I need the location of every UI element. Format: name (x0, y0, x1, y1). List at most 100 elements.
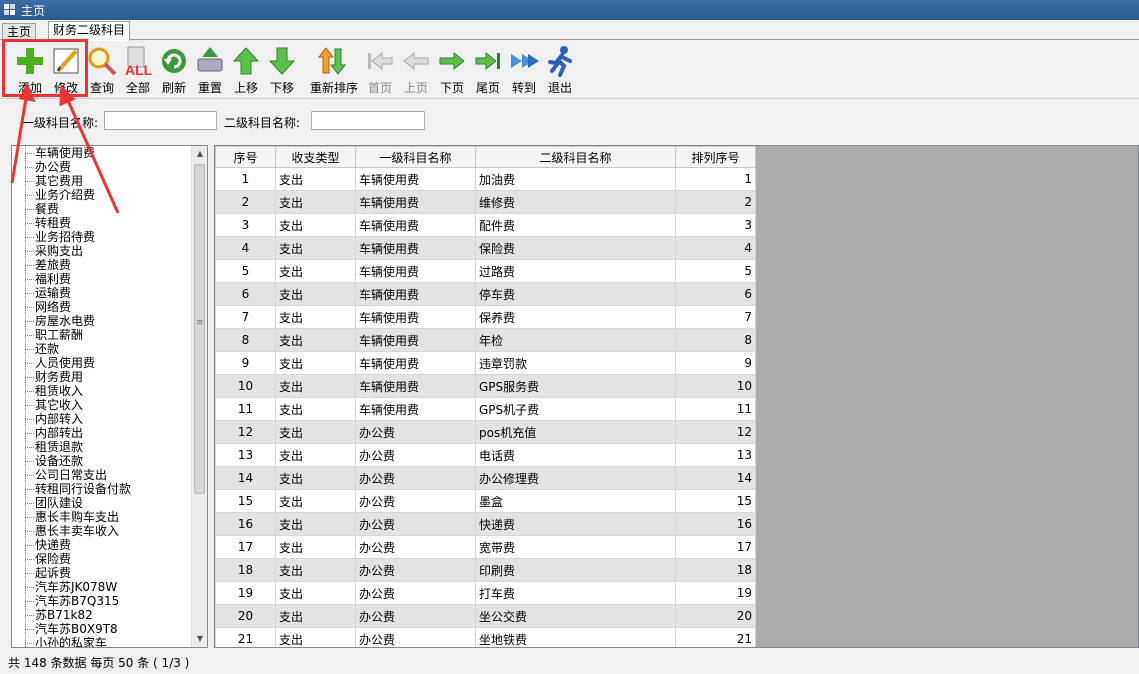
tree-item[interactable]: 租赁收入 (12, 384, 192, 398)
last-page-button[interactable]: 尾页 (470, 45, 506, 96)
scroll-thumb[interactable] (194, 164, 205, 494)
refresh-button[interactable]: 刷新 (156, 45, 192, 96)
all-button-label: 全部 (125, 81, 150, 95)
table-row[interactable]: 1 支出 车辆使用费 加油费 1 (215, 167, 756, 191)
table-cell: 车辆使用费 (355, 397, 476, 421)
scroll-up-arrow[interactable]: ▲ (192, 146, 207, 162)
move-up-button[interactable]: 上移 (228, 45, 264, 96)
tree-item[interactable]: 业务介绍费 (12, 188, 192, 202)
reorder-button[interactable]: 重新排序 (310, 45, 359, 96)
tree-item[interactable]: 网络费 (12, 300, 192, 314)
column-header[interactable]: 二级科目名称 (475, 146, 676, 168)
table-row[interactable]: 8 支出 车辆使用费 年检 8 (215, 328, 756, 352)
tree-item[interactable]: 起诉费 (12, 566, 192, 580)
scroll-down-arrow[interactable]: ▼ (192, 631, 207, 647)
query-button[interactable]: 查询 (84, 45, 120, 96)
table-cell: 18 (675, 558, 756, 582)
table-row[interactable]: 21 支出 办公费 坐地铁费 21 (215, 627, 756, 647)
table-cell: 14 (215, 466, 276, 490)
table-cell: 支出 (275, 190, 356, 214)
tree-item[interactable]: 汽车苏B7Q315 (12, 594, 192, 608)
table-row[interactable]: 18 支出 办公费 印刷费 18 (215, 558, 756, 582)
table-row[interactable]: 10 支出 车辆使用费 GPS服务费 10 (215, 374, 756, 398)
tree-item[interactable]: 设备还款 (12, 454, 192, 468)
table-cell: 8 (675, 328, 756, 352)
column-header[interactable]: 序号 (215, 146, 276, 168)
column-header[interactable]: 一级科目名称 (355, 146, 476, 168)
tree-item[interactable]: 财务费用 (12, 370, 192, 384)
table-row[interactable]: 12 支出 办公费 pos机充值 12 (215, 420, 756, 444)
tree-item[interactable]: 转租同行设备付款 (12, 482, 192, 496)
table-row[interactable]: 11 支出 车辆使用费 GPS机子费 11 (215, 397, 756, 421)
move-down-button[interactable]: 下移 (264, 45, 300, 96)
prev-page-button[interactable]: 上页 (398, 45, 434, 96)
table-row[interactable]: 6 支出 车辆使用费 停车费 6 (215, 282, 756, 306)
all-button[interactable]: ALL 全部 (120, 45, 156, 96)
tree-item[interactable]: 内部转出 (12, 426, 192, 440)
table-row[interactable]: 3 支出 车辆使用费 配件费 3 (215, 213, 756, 237)
tree-item[interactable]: 公司日常支出 (12, 468, 192, 482)
tab-finance-level2[interactable]: 财务二级科目 (48, 21, 131, 41)
tree-item[interactable]: 采购支出 (12, 244, 192, 258)
tree-item[interactable]: 保险费 (12, 552, 192, 566)
table-row[interactable]: 17 支出 办公费 宽带费 17 (215, 535, 756, 559)
tree-item[interactable]: 业务招待费 (12, 230, 192, 244)
column-header[interactable]: 排列序号 (675, 146, 756, 168)
tree-item[interactable]: 运输费 (12, 286, 192, 300)
tree-item[interactable]: 汽车苏B0X9T8 (12, 622, 192, 636)
table-row[interactable]: 13 支出 办公费 电话费 13 (215, 443, 756, 467)
table-row[interactable]: 2 支出 车辆使用费 维修费 2 (215, 190, 756, 214)
tree-item[interactable]: 人员使用费 (12, 356, 192, 370)
tree-item[interactable]: 办公费 (12, 160, 192, 174)
table-cell: 车辆使用费 (355, 213, 476, 237)
table-cell: 21 (215, 627, 276, 647)
tree-item[interactable]: 惠长丰卖车收入 (12, 524, 192, 538)
table-cell: 3 (215, 213, 276, 237)
tree-item[interactable]: 职工薪酬 (12, 328, 192, 342)
table-row[interactable]: 20 支出 办公费 坐公交费 20 (215, 604, 756, 628)
tree-item[interactable]: 差旅费 (12, 258, 192, 272)
first-page-button[interactable]: 首页 (362, 45, 398, 96)
query-button-label: 查询 (89, 81, 114, 95)
table-row[interactable]: 14 支出 办公费 办公修理费 14 (215, 466, 756, 490)
table-row[interactable]: 7 支出 车辆使用费 保养费 7 (215, 305, 756, 329)
tree-item[interactable]: 福利费 (12, 272, 192, 286)
exit-button[interactable]: 退出 (542, 45, 578, 96)
tree-item[interactable]: 苏B71k82 (12, 608, 192, 622)
category-tree: 车辆使用费 办公费 其它费用 业务介绍费 餐费 转租费 业务招待费 采购支出 差旅费 福利费 运输费… (11, 145, 208, 648)
table-cell: 11 (675, 397, 756, 421)
reset-button[interactable]: 重置 (192, 45, 228, 96)
tree-item[interactable]: 车辆使用费 (12, 146, 192, 160)
table-row[interactable]: 5 支出 车辆使用费 过路费 5 (215, 259, 756, 283)
tree-item[interactable]: 小孙的私家车 (12, 636, 192, 647)
tree-item[interactable]: 团队建设 (12, 496, 192, 510)
table-row[interactable]: 16 支出 办公费 快递费 16 (215, 512, 756, 536)
tree-item[interactable]: 其它费用 (12, 174, 192, 188)
table-row[interactable]: 9 支出 车辆使用费 违章罚款 9 (215, 351, 756, 375)
tree-item[interactable]: 租赁退款 (12, 440, 192, 454)
tree-item[interactable]: 汽车苏JK078W (12, 580, 192, 594)
next-page-button[interactable]: 下页 (434, 45, 470, 96)
tree-item[interactable]: 其它收入 (12, 398, 192, 412)
tree-item[interactable]: 还款 (12, 342, 192, 356)
table-cell: 支出 (275, 374, 356, 398)
reorder-button-label: 重新排序 (310, 81, 359, 95)
tree-item[interactable]: 房屋水电费 (12, 314, 192, 328)
tree-scrollbar[interactable]: ▲ ≡ ▼ (191, 146, 207, 647)
column-header[interactable]: 收支类型 (275, 146, 356, 168)
level1-name-input[interactable] (104, 111, 217, 130)
goto-button[interactable]: 转到 (506, 45, 542, 96)
table-row[interactable]: 15 支出 办公费 墨盒 15 (215, 489, 756, 513)
tree-item[interactable]: 惠长丰购车支出 (12, 510, 192, 524)
table-cell: 办公费 (355, 512, 476, 536)
tab-home[interactable]: 主页 (2, 23, 37, 40)
tree-item[interactable]: 快递费 (12, 538, 192, 552)
table-row[interactable]: 4 支出 车辆使用费 保险费 4 (215, 236, 756, 260)
tree-item[interactable]: 转租费 (12, 216, 192, 230)
level2-name-label: 二级科目名称: (224, 116, 301, 130)
tree-item[interactable]: 内部转入 (12, 412, 192, 426)
tree-item[interactable]: 餐费 (12, 202, 192, 216)
table-cell: 坐地铁费 (475, 627, 676, 647)
table-row[interactable]: 19 支出 办公费 打车费 19 (215, 581, 756, 605)
level2-name-input[interactable] (311, 111, 425, 130)
